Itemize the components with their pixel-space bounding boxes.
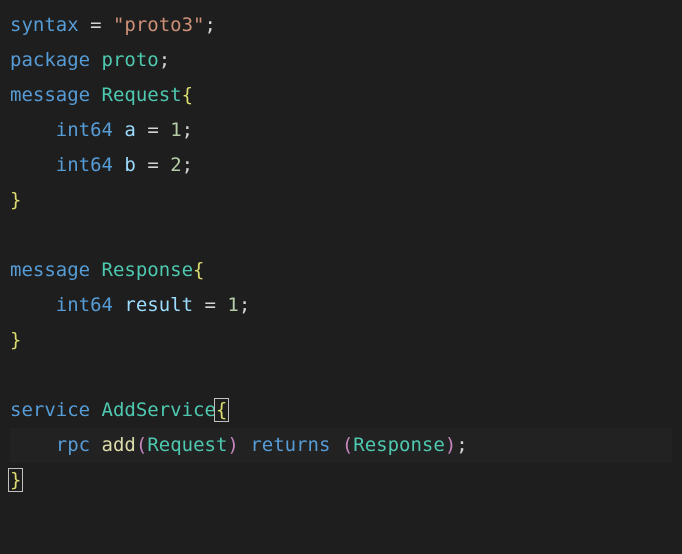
- method-name: add: [102, 434, 136, 456]
- space: [113, 294, 124, 316]
- close-brace-cursor: }: [8, 468, 23, 492]
- code-editor[interactable]: syntax = "proto3"; package proto; messag…: [10, 8, 672, 498]
- space: [113, 119, 124, 141]
- code-line-12[interactable]: service AddService{: [10, 393, 672, 428]
- string-literal: "proto3": [113, 14, 205, 36]
- keyword-message: message: [10, 259, 90, 281]
- code-line-5[interactable]: int64 b = 2;: [10, 148, 672, 183]
- code-line-6[interactable]: }: [10, 183, 672, 218]
- close-brace: }: [10, 329, 21, 351]
- semicolon: ;: [239, 294, 250, 316]
- indent: [10, 119, 56, 141]
- keyword-service: service: [10, 399, 90, 421]
- space: [90, 259, 101, 281]
- field-name: a: [124, 119, 135, 141]
- equals: =: [193, 294, 227, 316]
- space: [330, 434, 341, 456]
- service-name: AddService: [102, 399, 216, 421]
- code-line-9[interactable]: int64 result = 1;: [10, 288, 672, 323]
- indent: [10, 294, 56, 316]
- message-name: Response: [102, 259, 194, 281]
- code-line-10[interactable]: }: [10, 323, 672, 358]
- code-line-11[interactable]: [10, 358, 672, 393]
- field-name: b: [124, 154, 135, 176]
- semicolon: ;: [204, 14, 215, 36]
- request-type: Request: [147, 434, 227, 456]
- code-line-13[interactable]: rpc add(Request) returns (Response);: [10, 428, 672, 463]
- space: [113, 154, 124, 176]
- equals: =: [136, 154, 170, 176]
- code-line-2[interactable]: package proto;: [10, 43, 672, 78]
- open-brace: {: [193, 259, 204, 281]
- type-int64: int64: [56, 294, 113, 316]
- field-number: 1: [227, 294, 238, 316]
- code-line-14[interactable]: }: [10, 463, 672, 498]
- code-line-4[interactable]: int64 a = 1;: [10, 113, 672, 148]
- code-line-8[interactable]: message Response{: [10, 253, 672, 288]
- keyword-message: message: [10, 84, 90, 106]
- close-brace: }: [10, 189, 21, 211]
- space: [90, 434, 101, 456]
- space: [90, 84, 101, 106]
- response-type: Response: [353, 434, 445, 456]
- semicolon: ;: [182, 154, 193, 176]
- keyword-returns: returns: [250, 434, 330, 456]
- close-paren: ): [445, 434, 456, 456]
- package-name: proto: [102, 49, 159, 71]
- close-paren: ): [227, 434, 238, 456]
- message-name: Request: [102, 84, 182, 106]
- open-brace-cursor: {: [214, 398, 229, 422]
- keyword-syntax: syntax: [10, 14, 79, 36]
- code-line-7[interactable]: [10, 218, 672, 253]
- type-int64: int64: [56, 154, 113, 176]
- field-name: result: [124, 294, 193, 316]
- semicolon: ;: [159, 49, 170, 71]
- keyword-package: package: [10, 49, 90, 71]
- field-number: 2: [170, 154, 181, 176]
- equals: =: [136, 119, 170, 141]
- code-line-3[interactable]: message Request{: [10, 78, 672, 113]
- keyword-rpc: rpc: [56, 434, 90, 456]
- semicolon: ;: [456, 434, 467, 456]
- open-brace: {: [182, 84, 193, 106]
- open-paren: (: [342, 434, 353, 456]
- indent: [10, 154, 56, 176]
- equals: =: [79, 14, 113, 36]
- space: [90, 399, 101, 421]
- type-int64: int64: [56, 119, 113, 141]
- space: [239, 434, 250, 456]
- space: [90, 49, 101, 71]
- field-number: 1: [170, 119, 181, 141]
- open-paren: (: [136, 434, 147, 456]
- semicolon: ;: [182, 119, 193, 141]
- code-line-1[interactable]: syntax = "proto3";: [10, 8, 672, 43]
- indent: [10, 434, 56, 456]
